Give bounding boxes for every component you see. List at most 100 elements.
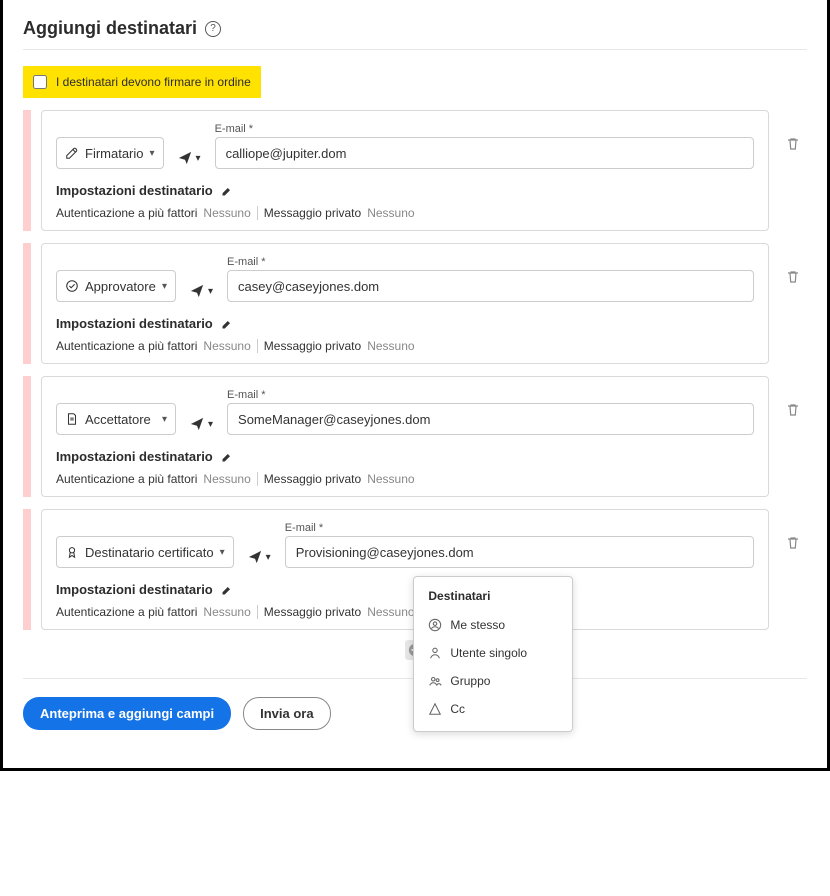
role-select[interactable]: Approvatore ▾ (56, 270, 176, 302)
private-message-label: Messaggio privato (264, 206, 361, 220)
recipient-row: Approvatore ▾ ▾ E-mail * I (23, 243, 807, 364)
paper-plane-icon (178, 151, 192, 165)
add-recipient-popover: Destinatari Me stesso Utente singolo Gru… (413, 576, 573, 732)
recipient-settings-header: Impostazioni destinatario (56, 449, 213, 464)
order-accent (23, 509, 31, 630)
delete-recipient-button[interactable] (779, 529, 807, 557)
mfa-value: Nessuno (203, 472, 250, 486)
popover-item-label: Me stesso (450, 618, 505, 632)
chevron-down-icon: ▾ (208, 419, 213, 430)
email-field[interactable] (227, 270, 754, 302)
mfa-value: Nessuno (203, 605, 250, 619)
chevron-down-icon: ▾ (208, 286, 213, 297)
mfa-label: Autenticazione a più fattori (56, 206, 197, 220)
email-field[interactable] (285, 536, 754, 568)
email-field-label: E-mail * (285, 522, 754, 534)
delete-recipient-button[interactable] (779, 396, 807, 424)
chevron-down-icon: ▾ (196, 153, 201, 164)
recipient-settings-header: Impostazioni destinatario (56, 316, 213, 331)
private-message-value: Nessuno (367, 605, 414, 619)
edit-settings-button[interactable] (221, 318, 233, 330)
page-title: Aggiungi destinatari (23, 18, 197, 39)
popover-item-label: Cc (450, 702, 465, 716)
help-icon[interactable]: ? (205, 21, 221, 37)
order-accent (23, 376, 31, 497)
role-label: Accettatore (85, 412, 151, 427)
chevron-down-icon: ▾ (266, 552, 271, 563)
delete-recipient-button[interactable] (779, 263, 807, 291)
chevron-down-icon: ▾ (162, 281, 167, 292)
add-recipient-row: Destinatari Me stesso Utente singolo Gru… (23, 630, 807, 679)
recipient-row: Accettatore ▾ ▾ E-mail * I (23, 376, 807, 497)
send-now-button[interactable]: Invia ora (243, 697, 330, 730)
page-header: Aggiungi destinatari ? (23, 0, 807, 50)
popover-item-cc[interactable]: Cc (414, 695, 572, 723)
paper-plane-icon (248, 550, 262, 564)
send-type-select[interactable]: ▾ (186, 413, 217, 435)
popover-title: Destinatari (414, 585, 572, 611)
email-field-label: E-mail * (227, 256, 754, 268)
edit-settings-button[interactable] (221, 584, 233, 596)
recipient-card: Accettatore ▾ ▾ E-mail * I (41, 376, 769, 497)
email-field-label: E-mail * (227, 389, 754, 401)
popover-item-label: Utente singolo (450, 646, 527, 660)
recipient-settings-header: Impostazioni destinatario (56, 582, 213, 597)
cc-icon (428, 702, 442, 716)
mfa-value: Nessuno (203, 339, 250, 353)
private-message-value: Nessuno (367, 472, 414, 486)
role-select[interactable]: Firmatario ▾ (56, 137, 164, 169)
recipient-card: Destinatario certificato ▾ ▾ E-mail * (41, 509, 769, 630)
chevron-down-icon: ▾ (162, 414, 167, 425)
email-field[interactable] (215, 137, 754, 169)
popover-item-group[interactable]: Gruppo (414, 667, 572, 695)
private-message-label: Messaggio privato (264, 339, 361, 353)
order-accent (23, 110, 31, 231)
separator (257, 472, 258, 486)
recipient-card: Approvatore ▾ ▾ E-mail * I (41, 243, 769, 364)
private-message-label: Messaggio privato (264, 472, 361, 486)
user-icon (428, 646, 442, 660)
send-type-select[interactable]: ▾ (186, 280, 217, 302)
separator (257, 339, 258, 353)
popover-item-myself[interactable]: Me stesso (414, 611, 572, 639)
separator (257, 605, 258, 619)
send-type-select[interactable]: ▾ (174, 147, 205, 169)
role-label: Destinatario certificato (85, 545, 214, 560)
pen-icon (65, 146, 79, 160)
role-select[interactable]: Accettatore ▾ (56, 403, 176, 435)
private-message-value: Nessuno (367, 206, 414, 220)
recipient-row: Firmatario ▾ ▾ E-mail * Im (23, 110, 807, 231)
recipient-card: Firmatario ▾ ▾ E-mail * Im (41, 110, 769, 231)
mfa-label: Autenticazione a più fattori (56, 339, 197, 353)
mfa-label: Autenticazione a più fattori (56, 472, 197, 486)
role-label: Approvatore (85, 279, 156, 294)
sign-in-order-toggle[interactable]: I destinatari devono firmare in ordine (23, 66, 261, 98)
paper-plane-icon (190, 284, 204, 298)
role-label: Firmatario (85, 146, 144, 161)
edit-settings-button[interactable] (221, 185, 233, 197)
email-field-label: E-mail * (215, 123, 754, 135)
mfa-label: Autenticazione a più fattori (56, 605, 197, 619)
popover-item-single-user[interactable]: Utente singolo (414, 639, 572, 667)
sign-in-order-checkbox[interactable] (33, 75, 47, 89)
chevron-down-icon: ▾ (220, 547, 225, 558)
mfa-value: Nessuno (203, 206, 250, 220)
recipient-settings-header: Impostazioni destinatario (56, 183, 213, 198)
sign-in-order-label: I destinatari devono firmare in ordine (56, 75, 251, 89)
order-accent (23, 243, 31, 364)
user-circle-icon (428, 618, 442, 632)
send-type-select[interactable]: ▾ (244, 546, 275, 568)
separator (257, 206, 258, 220)
edit-settings-button[interactable] (221, 451, 233, 463)
group-icon (428, 674, 442, 688)
preview-and-add-fields-button[interactable]: Anteprima e aggiungi campi (23, 697, 231, 730)
popover-item-label: Gruppo (450, 674, 490, 688)
certificate-icon (65, 545, 79, 559)
recipient-list: Firmatario ▾ ▾ E-mail * Im (23, 110, 807, 630)
document-icon (65, 412, 79, 426)
chevron-down-icon: ▾ (150, 148, 155, 159)
check-circle-icon (65, 279, 79, 293)
email-field[interactable] (227, 403, 754, 435)
role-select[interactable]: Destinatario certificato ▾ (56, 536, 234, 568)
delete-recipient-button[interactable] (779, 130, 807, 158)
